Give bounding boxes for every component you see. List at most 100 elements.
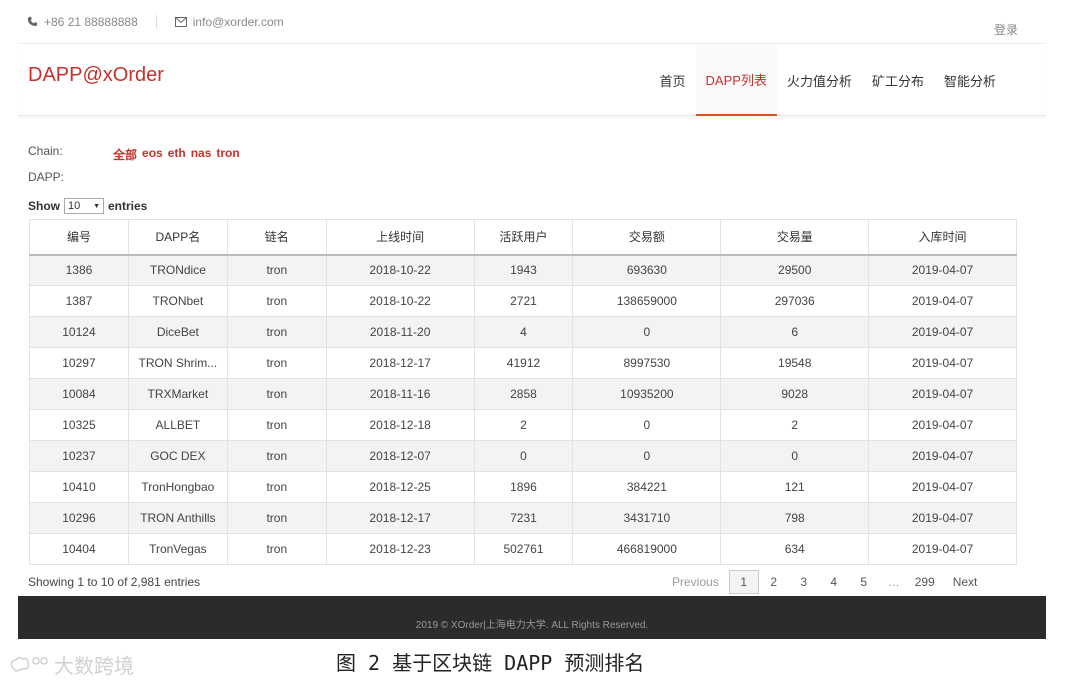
cell-id: 10124 (29, 316, 129, 348)
cell-launch-date: 2018-12-23 (325, 533, 475, 565)
cell-dapp-name: DiceBet (127, 316, 228, 348)
page-length-control: Show 10 ▼ entries (28, 198, 147, 214)
cell-import-date: 2019-04-07 (868, 471, 1017, 503)
watermark-text: 大数跨境 (54, 654, 134, 678)
brand-logo[interactable]: DAPP@xOrder (28, 64, 164, 87)
chain-option-eth[interactable]: eth (168, 146, 186, 163)
col-header-volume[interactable]: 交易额 (572, 219, 722, 256)
login-link[interactable]: 登录 (994, 21, 1018, 38)
cell-chain: tron (226, 347, 327, 379)
col-header-tx-count[interactable]: 交易量 (720, 219, 870, 256)
previous-button[interactable]: Previous (662, 570, 729, 594)
cell-dapp-name: ALLBET (127, 409, 228, 441)
cell-volume: 3431710 (572, 502, 722, 534)
col-header-dapp-name[interactable]: DAPP名 (127, 219, 228, 256)
table-row[interactable]: 10237 GOC DEX tron 2018-12-07 0 0 0 2019-04-07 (29, 440, 1017, 472)
copyright-text: 2019 © XOrder|上海电力大学. ALL Rights Reserve… (415, 620, 649, 631)
cell-volume: 138659000 (572, 285, 722, 317)
col-header-chain[interactable]: 链名 (226, 219, 327, 256)
cell-volume: 693630 (572, 254, 722, 286)
table-row[interactable]: 10404 TronVegas tron 2018-12-23 502761 466819… (29, 533, 1017, 565)
chain-option-nas[interactable]: nas (191, 146, 212, 163)
cell-chain: tron (226, 502, 327, 534)
dapp-filter: DAPP: (28, 168, 245, 186)
col-header-launch-date[interactable]: 上线时间 (325, 219, 475, 256)
page-button-2[interactable]: 2 (759, 570, 789, 594)
cell-chain: tron (226, 378, 327, 410)
cell-import-date: 2019-04-07 (868, 347, 1017, 379)
cell-id: 10084 (29, 378, 129, 410)
cell-id: 10404 (29, 533, 129, 565)
cell-volume: 0 (572, 440, 722, 472)
cell-tx-count: 6 (720, 316, 870, 348)
nav-smart-analysis[interactable]: 智能分析 (934, 44, 1006, 116)
cell-dapp-name: TRONbet (127, 285, 228, 317)
cell-active-users: 2721 (473, 285, 574, 317)
show-label: Show (28, 199, 60, 213)
cell-active-users: 41912 (473, 347, 574, 379)
mail-icon (174, 16, 187, 28)
cell-id: 10297 (29, 347, 129, 379)
page-button-4[interactable]: 4 (819, 570, 849, 594)
cell-tx-count: 121 (720, 471, 870, 503)
table-body: 1386 TRONdice tron 2018-10-22 1943 693630 2950… (29, 254, 1017, 565)
col-header-import-date[interactable]: 入库时间 (868, 219, 1017, 256)
cell-dapp-name: TRON Shrim... (127, 347, 228, 379)
cell-chain: tron (226, 409, 327, 441)
cell-dapp-name: TronVegas (127, 533, 228, 565)
nav-firepower-analysis[interactable]: 火力值分析 (777, 44, 862, 116)
cell-tx-count: 798 (720, 502, 870, 534)
table-row[interactable]: 10410 TronHongbao tron 2018-12-25 1896 384221… (29, 471, 1017, 503)
cell-import-date: 2019-04-07 (868, 378, 1017, 410)
cell-id: 10237 (29, 440, 129, 472)
page-length-select[interactable]: 10 ▼ (64, 198, 104, 214)
dapp-label: DAPP: (28, 170, 65, 184)
nav-miner-distribution[interactable]: 矿工分布 (862, 44, 934, 116)
cell-tx-count: 19548 (720, 347, 870, 379)
next-button[interactable]: Next (941, 570, 984, 594)
table-row[interactable]: 10084 TRXMarket tron 2018-11-16 2858 10935200… (29, 378, 1017, 410)
table-row[interactable]: 10297 TRON Shrim... tron 2018-12-17 41912 899… (29, 347, 1017, 379)
chain-option-all[interactable]: 全部 (113, 146, 137, 163)
cell-volume: 466819000 (572, 533, 722, 565)
chain-label: Chain: (28, 144, 63, 158)
page-button-299[interactable]: 299 (909, 570, 941, 594)
cell-launch-date: 2018-10-22 (325, 254, 475, 286)
cell-import-date: 2019-04-07 (868, 316, 1017, 348)
page-button-1[interactable]: 1 (728, 570, 759, 594)
table-row[interactable]: 10325 ALLBET tron 2018-12-18 2 0 2 2019-04-07 (29, 409, 1017, 441)
cell-active-users: 7231 (473, 502, 574, 534)
cell-tx-count: 9028 (720, 378, 870, 410)
chain-option-eos[interactable]: eos (142, 146, 163, 163)
cell-id: 10325 (29, 409, 129, 441)
cell-launch-date: 2018-11-16 (325, 378, 475, 410)
phone-number: +86 21 88888888 (44, 14, 138, 29)
cell-chain: tron (226, 533, 327, 565)
email-link[interactable]: info@xorder.com (193, 15, 284, 29)
cell-import-date: 2019-04-07 (868, 440, 1017, 472)
cell-import-date: 2019-04-07 (868, 285, 1017, 317)
filter-panel: Chain: 全部 eos eth nas tron DAPP: (28, 142, 245, 186)
table-row[interactable]: 1387 TRONbet tron 2018-10-22 2721 138659000 29… (29, 285, 1017, 317)
figure-caption: 图 2 基于区块链 DAPP 预测排名 (336, 651, 645, 675)
page-button-3[interactable]: 3 (789, 570, 819, 594)
cell-dapp-name: TronHongbao (127, 471, 228, 503)
cell-import-date: 2019-04-07 (868, 502, 1017, 534)
footer: 2019 © XOrder|上海电力大学. ALL Rights Reserve… (18, 596, 1046, 639)
cell-active-users: 1896 (473, 471, 574, 503)
table-row[interactable]: 10296 TRON Anthills tron 2018-12-17 7231 3431… (29, 502, 1017, 534)
nav-home[interactable]: 首页 (650, 44, 696, 116)
col-header-active-users[interactable]: 活跃用户 (473, 219, 574, 256)
cell-volume: 10935200 (572, 378, 722, 410)
cell-launch-date: 2018-10-22 (325, 285, 475, 317)
cell-chain: tron (226, 285, 327, 317)
cell-chain: tron (226, 440, 327, 472)
entries-label: entries (108, 199, 148, 213)
chain-option-tron[interactable]: tron (216, 146, 239, 163)
col-header-id[interactable]: 编号 (29, 219, 129, 256)
nav-dapp-list[interactable]: DAPP列表 (695, 44, 777, 116)
cell-id: 1386 (29, 254, 129, 286)
table-row[interactable]: 10124 DiceBet tron 2018-11-20 4 0 6 2019-04-07 (29, 316, 1017, 348)
page-button-5[interactable]: 5 (849, 570, 879, 594)
table-row[interactable]: 1386 TRONdice tron 2018-10-22 1943 693630 2950… (29, 254, 1017, 286)
